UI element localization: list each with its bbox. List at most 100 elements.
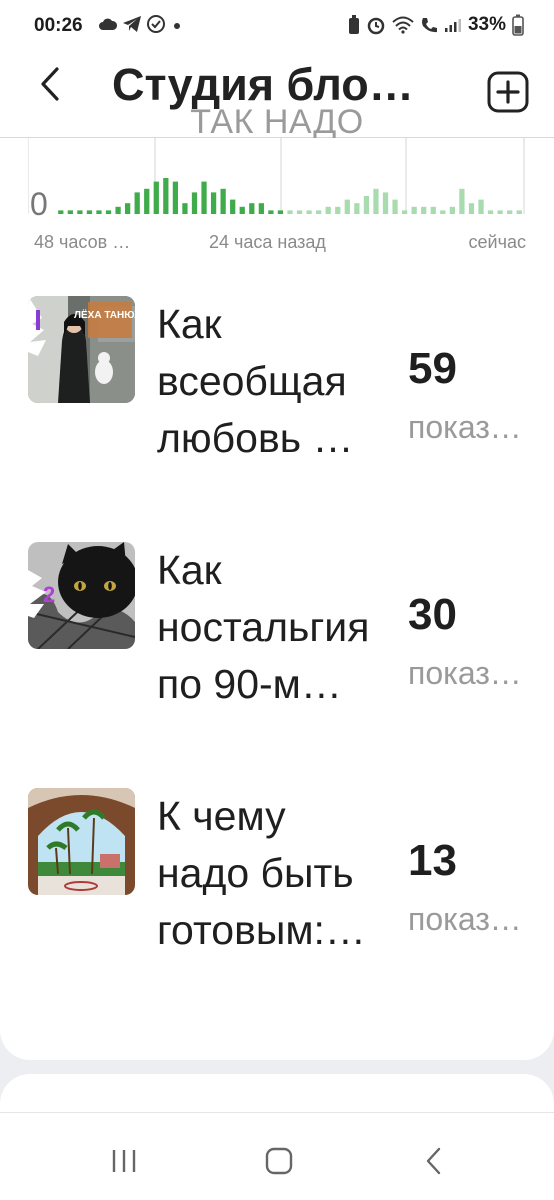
status-bar: 00:26 33% [0, 0, 554, 52]
chart-bar [268, 210, 274, 214]
chart-x-tick-label: 24 часа назад [209, 232, 326, 252]
article-title: К чему надо быть готовым:… [157, 793, 366, 953]
view-count-unit: показов [408, 655, 524, 691]
chart-bar [258, 203, 264, 214]
home-button[interactable] [259, 1143, 299, 1179]
battery-percent: 33% [467, 14, 506, 35]
chart-bar [421, 206, 427, 214]
chart-bar [182, 203, 188, 214]
add-button[interactable] [486, 70, 530, 114]
chart-bar [105, 210, 112, 214]
wifi-icon [392, 16, 414, 34]
chart-bar [191, 192, 198, 214]
view-count: 59 [408, 344, 457, 393]
chart-bar [296, 210, 303, 214]
chart-y-tick-label: 0 [30, 186, 48, 222]
chart-bar [516, 210, 522, 214]
chart-bar [325, 206, 331, 214]
chevron-left-icon [41, 67, 59, 101]
back-icon [426, 1147, 441, 1175]
signal-icon [444, 19, 461, 32]
article-thumbnail: 2 [28, 542, 135, 649]
chart-bar [249, 203, 255, 214]
chart-bar [478, 199, 484, 214]
chart-bar [58, 210, 64, 214]
chart-bar [459, 188, 465, 214]
telegram-icon [123, 16, 141, 32]
chart-bar [153, 181, 159, 214]
stats-card: ЛЁХА ТАНЮХА Как всеобщая любовь … 59 пок… [0, 138, 554, 1060]
chart-bar [201, 181, 207, 214]
home-icon [265, 1147, 293, 1175]
view-count-unit: показов [408, 409, 524, 445]
view-count: 30 [408, 590, 457, 639]
chart-bar [277, 210, 284, 214]
list-item[interactable]: 2 Как ностальгия по 90-м… 30 показов [0, 522, 554, 742]
chart-bar [468, 203, 475, 214]
recents-button[interactable] [104, 1143, 144, 1179]
chart-bar [125, 203, 131, 214]
article-title: Как ностальгия по 90-м… [157, 547, 370, 707]
chart-bar [354, 203, 360, 214]
status-icons-left [98, 14, 184, 34]
chart-bar [487, 210, 494, 214]
battery-saver-icon [348, 15, 359, 34]
back-button[interactable] [28, 62, 72, 106]
chart-bar [230, 199, 236, 214]
chart-x-tick-labels: 48 часов … 24 часа назад сейчас [34, 232, 526, 256]
chart-bar [392, 199, 398, 214]
article-thumbnail: ЛЁХА ТАНЮХА [28, 296, 135, 403]
nav-back-button[interactable] [414, 1143, 454, 1179]
chart-bar [134, 192, 140, 214]
chart-bar [172, 181, 179, 214]
plus-square-icon [487, 71, 529, 113]
views-chart-svg [28, 138, 525, 214]
chart-x-tick-label: сейчас [468, 232, 526, 252]
page-subtitle: ТАК НАДО [190, 103, 364, 141]
chart-bar [507, 210, 513, 214]
chart-bar [382, 192, 389, 214]
chart-bar [373, 188, 379, 214]
status-time: 00:26 [34, 15, 83, 36]
recents-icon [112, 1150, 136, 1172]
chart-bar [210, 192, 217, 214]
list-item[interactable]: К чему надо быть готовым:… 13 показов [0, 768, 554, 988]
chart-bar [115, 206, 121, 214]
status-icons-right: 33% [348, 14, 524, 36]
view-count: 13 [408, 836, 457, 885]
chart-bar [401, 210, 408, 214]
chart-bar [316, 210, 322, 214]
views-chart [28, 138, 526, 218]
chart-bar [497, 210, 503, 214]
article-title: Как всеобщая любовь … [157, 301, 354, 461]
dot-icon [174, 23, 180, 29]
chart-bar [287, 210, 293, 214]
chart-bar [96, 210, 102, 214]
rank-label: 2 [43, 582, 55, 607]
chart-bar [411, 206, 417, 214]
system-nav-bar [0, 1112, 554, 1200]
alarm-icon [367, 17, 385, 35]
chart-bar [67, 210, 73, 214]
chart-bar [77, 210, 83, 214]
chart-bar [220, 188, 226, 214]
view-count-unit: показов [408, 901, 524, 937]
chart-x-tick-label: 48 часов … [34, 232, 131, 252]
battery-icon [512, 14, 524, 36]
list-item[interactable]: ЛЁХА ТАНЮХА Как всеобщая любовь … 59 пок… [0, 276, 554, 496]
chart-bar [449, 206, 455, 214]
app-header: Студия бло… ТАК НАДО [0, 52, 554, 141]
chart-bar [363, 196, 370, 214]
chart-bar [440, 210, 446, 214]
chart-bar [335, 206, 341, 214]
thumbnail-caption: ЛЁХА ТАНЮХА [74, 308, 135, 321]
chart-bar [306, 210, 312, 214]
chart-bar [144, 188, 150, 214]
chart-bar [239, 206, 245, 214]
chart-bar [163, 178, 169, 214]
check-circle-icon [147, 15, 165, 33]
chart-bar [430, 206, 436, 214]
chart-bar [86, 210, 93, 214]
wifi-call-icon [421, 18, 437, 33]
cloud-icon [99, 18, 118, 30]
